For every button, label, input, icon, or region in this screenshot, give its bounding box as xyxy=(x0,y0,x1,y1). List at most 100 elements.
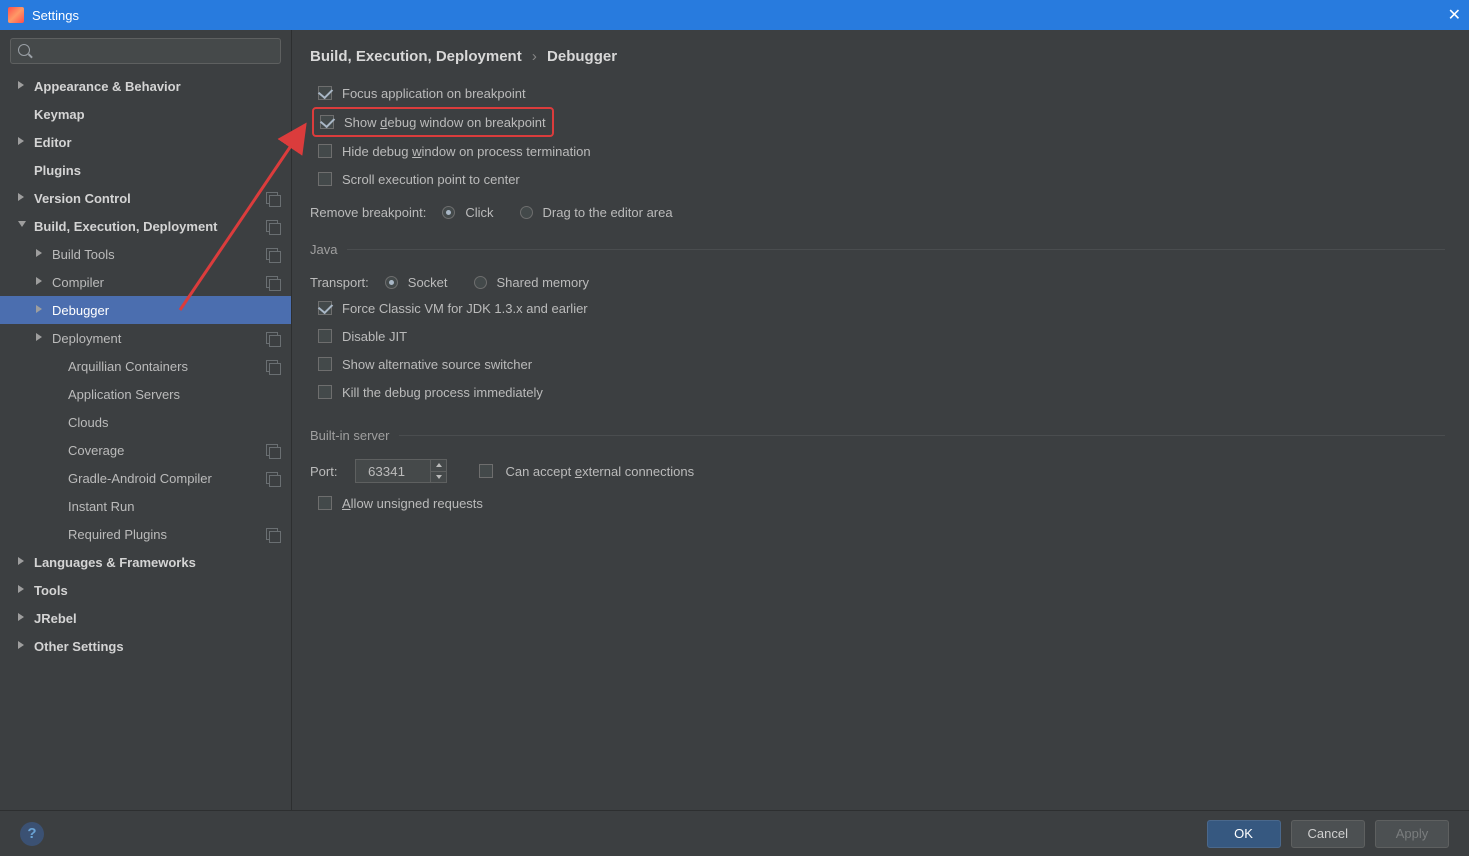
tree-item-label: Compiler xyxy=(52,275,104,290)
tree-item[interactable]: Editor xyxy=(0,128,291,156)
opt-scroll-to-center: Scroll execution point to center xyxy=(318,165,1445,193)
search-wrap xyxy=(0,30,291,70)
breadcrumb-sep: › xyxy=(526,48,543,65)
close-icon[interactable]: ✕ xyxy=(1448,5,1461,25)
project-scope-icon xyxy=(265,527,279,541)
tree-item-label: JRebel xyxy=(34,611,77,626)
project-scope-icon xyxy=(265,443,279,457)
port-row: Port: Can accept external connections xyxy=(310,459,1445,483)
label-allow-unsigned: Allow unsigned requests xyxy=(342,496,483,511)
label-transport: Transport: xyxy=(310,275,369,290)
label-show-debug-window: Show debug window on breakpoint xyxy=(344,115,546,130)
section-title-server: Built-in server xyxy=(310,428,1445,443)
content: Appearance & BehaviorKeymap Editor Plugins… xyxy=(0,30,1469,810)
port-spinner-up[interactable] xyxy=(431,460,446,472)
label-force-classic-vm: Force Classic VM for JDK 1.3.x and earli… xyxy=(342,301,588,316)
tree-item[interactable]: Application Servers xyxy=(0,380,291,408)
tree-item-label: Languages & Frameworks xyxy=(34,555,196,570)
ok-button[interactable]: OK xyxy=(1207,820,1281,848)
checkbox-force-classic-vm[interactable] xyxy=(318,301,332,315)
apply-button[interactable]: Apply xyxy=(1375,820,1449,848)
opt-allow-unsigned: Allow unsigned requests xyxy=(318,489,1445,517)
checkbox-kill-immediately[interactable] xyxy=(318,385,332,399)
tree-item[interactable]: Debugger xyxy=(0,296,291,324)
tree-item[interactable]: Languages & Frameworks xyxy=(0,548,291,576)
chevron-right-icon xyxy=(36,305,46,315)
breadcrumb-a: Build, Execution, Deployment xyxy=(310,48,522,65)
port-input[interactable] xyxy=(355,459,431,483)
checkbox-scroll-to-center[interactable] xyxy=(318,172,332,186)
tree-item[interactable]: Keymap xyxy=(0,100,291,128)
opt-force-classic-vm: Force Classic VM for JDK 1.3.x and earli… xyxy=(318,294,1445,322)
radio-drag[interactable] xyxy=(520,206,533,219)
tree-item[interactable]: Coverage xyxy=(0,436,291,464)
chevron-right-icon xyxy=(36,333,46,343)
tree-item[interactable]: Version Control xyxy=(0,184,291,212)
tree-item[interactable]: Deployment xyxy=(0,324,291,352)
label-shared-memory: Shared memory xyxy=(497,275,590,290)
chevron-right-icon xyxy=(18,137,28,147)
main-panel: Build, Execution, Deployment › Debugger … xyxy=(292,30,1469,810)
opt-kill-immediately: Kill the debug process immediately xyxy=(318,378,1445,406)
remove-breakpoint-row: Remove breakpoint: Click Drag to the edi… xyxy=(310,205,1445,220)
label-radio-drag: Drag to the editor area xyxy=(543,205,673,220)
chevron-right-icon xyxy=(18,81,28,91)
tree-item-label: Other Settings xyxy=(34,639,124,654)
chevron-right-icon xyxy=(18,557,28,567)
tree-item-label: Editor xyxy=(34,135,72,150)
chevron-right-icon xyxy=(18,193,28,203)
bottombar: ? OK Cancel Apply xyxy=(0,810,1469,856)
project-scope-icon xyxy=(265,359,279,373)
checkbox-alt-source-switcher[interactable] xyxy=(318,357,332,371)
label-port: Port: xyxy=(310,464,337,479)
label-hide-on-termination: Hide debug window on process termination xyxy=(342,144,591,159)
label-external-connections: Can accept external connections xyxy=(505,464,694,479)
checkbox-external-connections[interactable] xyxy=(479,464,493,478)
radio-socket[interactable] xyxy=(385,276,398,289)
breadcrumb: Build, Execution, Deployment › Debugger xyxy=(310,48,1445,65)
opt-show-debug-window-wrap: Show debug window on breakpoint xyxy=(310,107,1445,137)
tree-item[interactable]: JRebel xyxy=(0,604,291,632)
opt-focus-on-breakpoint: Focus application on breakpoint xyxy=(318,79,1445,107)
transport-row: Transport: Socket Shared memory xyxy=(310,275,1445,290)
help-button[interactable]: ? xyxy=(20,822,44,846)
chevron-right-icon xyxy=(18,641,28,651)
checkbox-disable-jit[interactable] xyxy=(318,329,332,343)
tree-item[interactable]: Gradle-Android Compiler xyxy=(0,464,291,492)
tree-item[interactable]: Plugins xyxy=(0,156,291,184)
cancel-button[interactable]: Cancel xyxy=(1291,820,1365,848)
tree-item[interactable]: Appearance & Behavior xyxy=(0,72,291,100)
radio-click[interactable] xyxy=(442,206,455,219)
port-spinner-down[interactable] xyxy=(431,472,446,483)
tree-item[interactable]: Build Tools xyxy=(0,240,291,268)
tree-item[interactable]: Compiler xyxy=(0,268,291,296)
app-icon xyxy=(8,7,24,23)
port-input-wrap xyxy=(355,459,447,483)
tree-item[interactable]: Required Plugins xyxy=(0,520,291,548)
tree-item-label: Required Plugins xyxy=(68,527,167,542)
tree-item[interactable]: Arquillian Containers xyxy=(0,352,291,380)
tree-item-label: Clouds xyxy=(68,415,108,430)
project-scope-icon xyxy=(265,471,279,485)
tree-item[interactable]: Instant Run xyxy=(0,492,291,520)
tree-item-label: Debugger xyxy=(52,303,109,318)
tree-item-label: Arquillian Containers xyxy=(68,359,188,374)
tree-item[interactable]: Tools xyxy=(0,576,291,604)
checkbox-focus-on-breakpoint[interactable] xyxy=(318,86,332,100)
project-scope-icon xyxy=(265,219,279,233)
project-scope-icon xyxy=(265,331,279,345)
section-java-body: Transport: Socket Shared memory Force Cl… xyxy=(310,257,1445,406)
chevron-right-icon xyxy=(18,585,28,595)
checkbox-allow-unsigned[interactable] xyxy=(318,496,332,510)
tree-item[interactable]: Build, Execution, Deployment xyxy=(0,212,291,240)
sidebar: Appearance & BehaviorKeymap Editor Plugins… xyxy=(0,30,292,810)
breadcrumb-b: Debugger xyxy=(547,48,617,65)
checkbox-hide-on-termination[interactable] xyxy=(318,144,332,158)
checkbox-show-debug-window[interactable] xyxy=(320,115,334,129)
radio-shared-memory[interactable] xyxy=(474,276,487,289)
label-radio-click: Click xyxy=(465,205,493,220)
tree-item[interactable]: Other Settings xyxy=(0,632,291,660)
section-server-body: Port: Can accept external connections xyxy=(310,443,1445,517)
tree-item[interactable]: Clouds xyxy=(0,408,291,436)
search-input[interactable] xyxy=(10,38,281,64)
